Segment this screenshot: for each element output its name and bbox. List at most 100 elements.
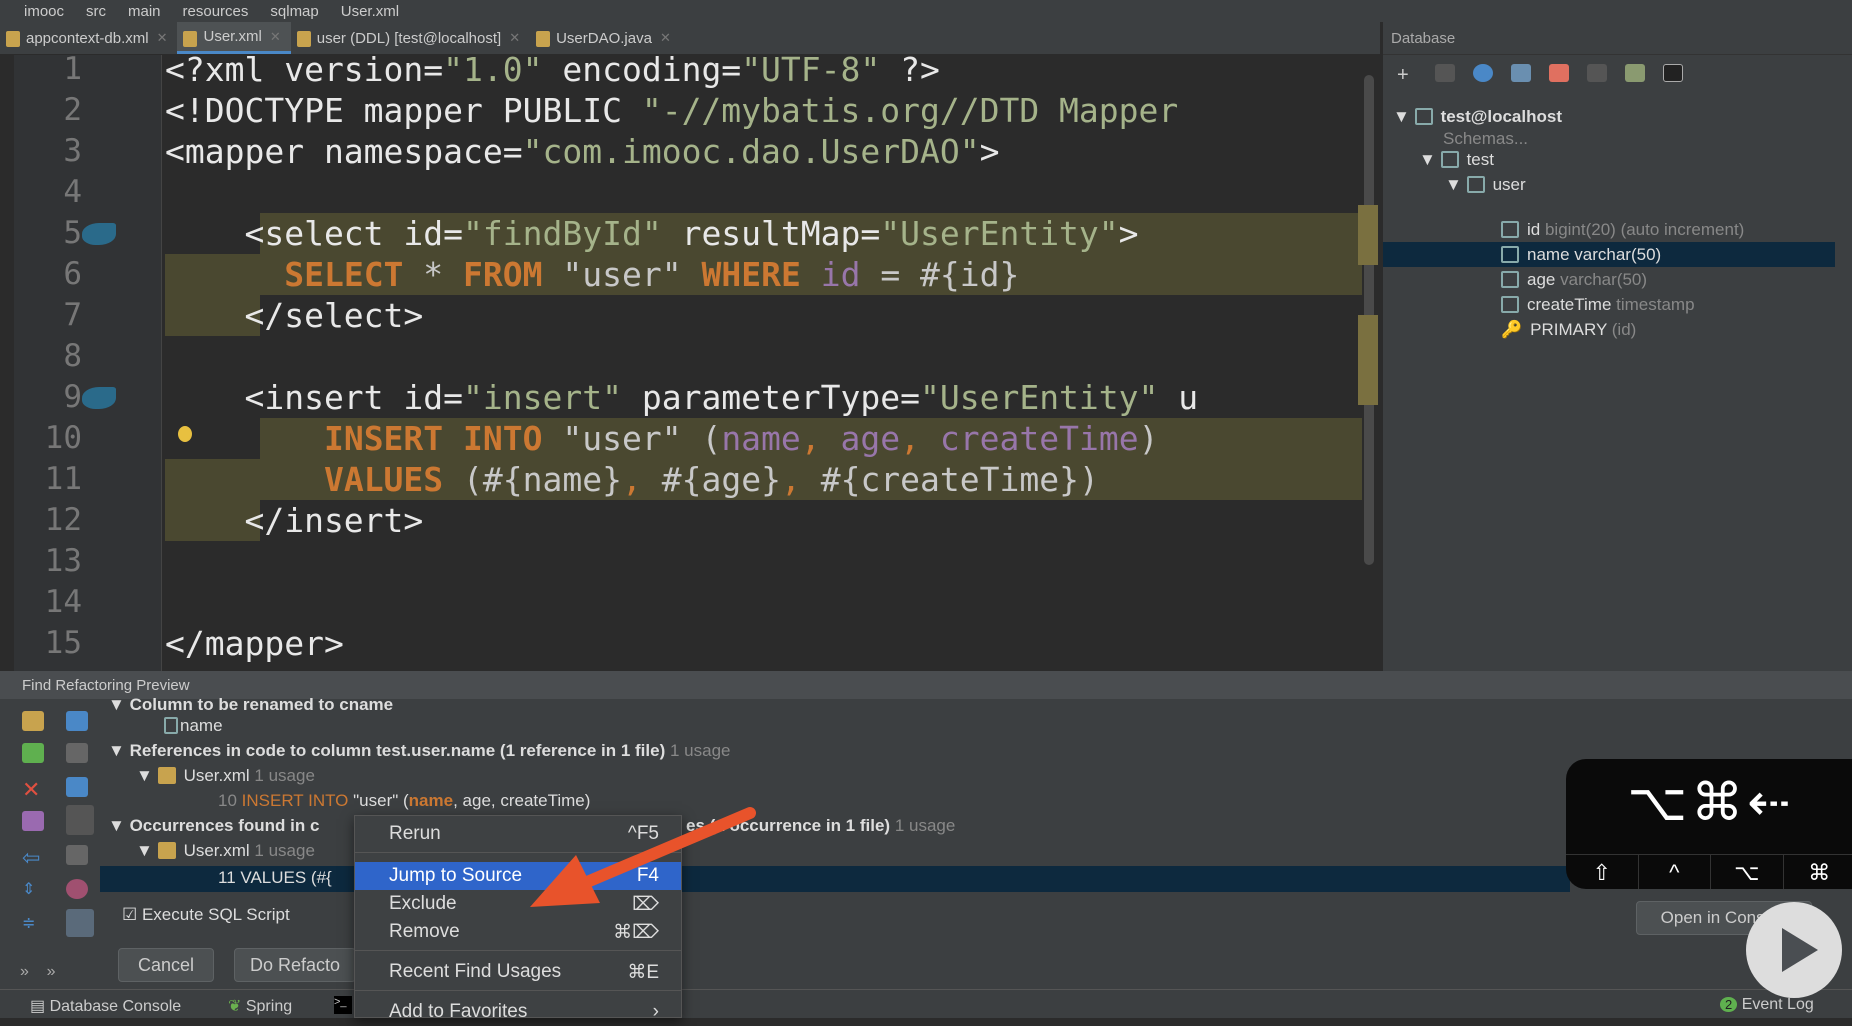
tab-appcontext-db-xml[interactable]: appcontext-db.xml✕	[0, 22, 177, 54]
tree-column-age[interactable]: age varchar(50)	[1383, 267, 1647, 292]
pressed-keys: ⌥⌘⇠	[1566, 759, 1852, 854]
group-icon[interactable]	[66, 743, 88, 763]
key-name: PRIMARY	[1530, 320, 1607, 339]
line-number: 13	[14, 541, 82, 582]
line-number: 2	[14, 90, 82, 131]
back-icon[interactable]: ⇦	[22, 845, 44, 865]
add-icon[interactable]: +	[1397, 64, 1417, 82]
tree-column-id[interactable]: id bigint(20) (auto increment)	[1383, 217, 1744, 242]
code-line: <insert id="insert" parameterType="UserE…	[165, 377, 1198, 418]
stop-icon[interactable]	[1549, 64, 1569, 82]
code-token: <!DOCTYPE mapper PUBLIC	[165, 91, 642, 130]
code-token: </insert>	[165, 501, 423, 540]
menu-item-label: Remove	[389, 921, 460, 943]
event-log-tab[interactable]: 2 Event Log	[1720, 996, 1814, 1014]
breadcrumb-item[interactable]: sqlmap	[270, 3, 318, 20]
xml-file-icon	[158, 842, 176, 859]
properties-icon[interactable]	[1511, 64, 1531, 82]
code-token: u	[1158, 378, 1198, 417]
tree-row[interactable]: ▼ Occurrences found in c	[108, 816, 319, 836]
database-console-tab[interactable]: ▤ Database Console	[30, 996, 181, 1016]
code-editor[interactable]: 123456789101112131415 <?xml version="1.0…	[0, 55, 1382, 671]
tree-row[interactable]: ▼ References in code to column test.user…	[108, 741, 730, 761]
play-button[interactable]	[1746, 902, 1842, 998]
tree-row[interactable]: ▼ User.xml 1 usage	[136, 841, 315, 861]
edit-icon[interactable]	[1625, 64, 1645, 82]
terminal-icon[interactable]: >_	[334, 996, 352, 1014]
code-token: parameterType=	[622, 378, 920, 417]
key-icon: 🔑	[1501, 320, 1522, 339]
column-type: timestamp	[1616, 295, 1694, 314]
tab-user-ddl-test-localhost-[interactable]: user (DDL) [test@localhost]✕	[291, 22, 530, 54]
console-icon[interactable]	[1663, 64, 1683, 82]
modifier-key: ⌥	[1711, 855, 1784, 889]
tree-schema[interactable]: ▼ test	[1419, 147, 1494, 172]
breadcrumb-item[interactable]: src	[86, 3, 106, 20]
copy-icon[interactable]	[1435, 64, 1455, 82]
tab-user-xml[interactable]: User.xml✕	[177, 22, 290, 54]
tree-row[interactable]: ▼ User.xml 1 usage	[136, 766, 315, 786]
record-icon[interactable]	[66, 879, 88, 899]
code-token: age	[841, 419, 901, 458]
breadcrumb-item[interactable]: imooc	[24, 3, 64, 20]
column-icon	[1501, 246, 1519, 263]
spring-icon: ❦	[228, 998, 241, 1015]
code-token: "com.imooc.dao.UserDAO"	[523, 132, 980, 171]
close-tab-icon[interactable]: ✕	[157, 30, 168, 46]
code-token: FROM	[463, 255, 542, 294]
collapse-icon[interactable]: ≑	[22, 913, 44, 933]
xml-file-icon	[158, 767, 176, 784]
close-tab-icon[interactable]: ✕	[509, 30, 520, 46]
more-icon[interactable]: » »	[20, 963, 56, 981]
menu-item-add-to-favorites[interactable]: Add to Favorites›	[355, 998, 681, 1026]
tree-column-createTime[interactable]: createTime timestamp	[1383, 292, 1695, 317]
execute-sql-checkbox[interactable]: ☑ Execute SQL Script	[122, 905, 290, 925]
filter-icon[interactable]	[66, 711, 88, 731]
toggle-icon[interactable]	[66, 805, 94, 835]
keystroke-overlay: ⌥⌘⇠ ⇧^⌥⌘	[1566, 759, 1852, 889]
cancel-button[interactable]: Cancel	[118, 948, 214, 982]
tree-table[interactable]: ▼ user	[1445, 172, 1526, 197]
tree-schemas[interactable]: Schemas...	[1443, 129, 1528, 148]
tree-column-name[interactable]: name varchar(50)	[1383, 242, 1835, 267]
do-refactor-button[interactable]: Do Refacto	[234, 948, 356, 982]
folder-icon[interactable]	[66, 845, 88, 865]
expand-icon[interactable]: ⇕	[22, 879, 44, 899]
database-toolbar: +	[1383, 55, 1852, 91]
tree-key-primary[interactable]: 🔑PRIMARY (id)	[1383, 317, 1636, 342]
layout-icon[interactable]	[66, 909, 94, 937]
code-token: "UTF-8"	[741, 55, 880, 89]
table-icon[interactable]	[1587, 64, 1607, 82]
code-token: <select id=	[165, 214, 463, 253]
spring-tab[interactable]: ❦ Spring	[228, 996, 292, 1016]
preview-icon[interactable]	[66, 777, 88, 797]
debug-bird-icon[interactable]	[82, 387, 116, 409]
tab-userdao-java[interactable]: UserDAO.java ✕	[530, 22, 681, 54]
code-token: WHERE	[701, 255, 800, 294]
settings-icon[interactable]	[22, 711, 44, 731]
breadcrumb-item[interactable]: resources	[183, 3, 249, 20]
menu-item-remove[interactable]: Remove⌘⌦	[355, 918, 681, 946]
breadcrumb-item[interactable]: main	[128, 3, 161, 20]
line-number: 7	[14, 295, 82, 336]
tree-row[interactable]: name	[164, 716, 223, 736]
code-token: (#{name}	[443, 460, 622, 499]
breadcrumb-item[interactable]: User.xml	[341, 3, 399, 20]
rerun-icon[interactable]	[22, 743, 44, 763]
close-icon[interactable]: ✕	[22, 777, 44, 797]
close-tab-icon[interactable]: ✕	[270, 29, 281, 45]
tree-row[interactable]: ▼ Column to be renamed to cname	[108, 695, 393, 715]
code-token: </select>	[165, 296, 423, 335]
debug-bird-icon[interactable]	[82, 223, 116, 245]
selected-row[interactable]: 11 VALUES (#{	[100, 866, 1570, 892]
menu-separator	[355, 950, 681, 951]
tab-label: UserDAO.java	[556, 30, 652, 47]
code-line: </mapper>	[165, 623, 344, 664]
menu-item-recent-find-usages[interactable]: Recent Find Usages⌘E	[355, 958, 681, 986]
code-token: )	[1139, 419, 1159, 458]
line-number: 9	[14, 377, 82, 418]
pin-icon[interactable]	[22, 811, 44, 831]
close-tab-icon[interactable]: ✕	[660, 30, 671, 46]
refresh-icon[interactable]	[1473, 64, 1493, 82]
code-line: <!DOCTYPE mapper PUBLIC "-//mybatis.org/…	[165, 90, 1178, 131]
